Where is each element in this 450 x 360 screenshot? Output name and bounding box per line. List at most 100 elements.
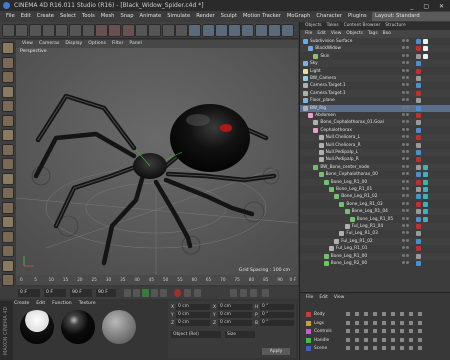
visibility-editor-dot[interactable] bbox=[402, 209, 405, 213]
material-tag-icon[interactable] bbox=[423, 46, 428, 52]
viewport-menu-item[interactable]: Cameras bbox=[39, 41, 59, 46]
object-tag-icon[interactable] bbox=[416, 90, 421, 96]
object-tag-icon[interactable] bbox=[416, 113, 421, 118]
deformer-icon[interactable] bbox=[241, 24, 255, 37]
layer-toggle-icon[interactable] bbox=[373, 346, 377, 350]
object-manager-tab[interactable]: Takes bbox=[327, 23, 339, 28]
rotate-key-icon[interactable] bbox=[240, 289, 247, 297]
layer-toggle-icon[interactable] bbox=[382, 346, 386, 350]
object-tag-icon[interactable] bbox=[416, 231, 421, 237]
object-manager-tab[interactable]: Objects bbox=[305, 23, 322, 28]
visibility-render-dot[interactable] bbox=[406, 216, 409, 220]
next-key-button[interactable] bbox=[151, 289, 158, 297]
layer-toggle-icon[interactable] bbox=[400, 337, 404, 342]
visibility-editor-dot[interactable] bbox=[402, 68, 405, 72]
material-menu-item[interactable]: Create bbox=[14, 301, 29, 306]
object-row[interactable]: Camera.Target.1 bbox=[300, 89, 450, 97]
object-row[interactable]: Skin bbox=[300, 53, 450, 60]
object-row[interactable]: Abdomen bbox=[300, 112, 450, 119]
object-manager-menu-item[interactable]: Objects bbox=[346, 31, 363, 36]
timeline-settings-icon[interactable] bbox=[262, 289, 269, 297]
layer-toggle-icon[interactable] bbox=[373, 329, 377, 333]
object-tag-icon[interactable] bbox=[416, 164, 421, 170]
scene-floor-icon[interactable] bbox=[254, 24, 268, 37]
object-row[interactable]: Light bbox=[300, 68, 450, 75]
viewport-menu-item[interactable]: Filter bbox=[112, 41, 123, 46]
visibility-render-dot[interactable] bbox=[406, 68, 409, 72]
layer-toggle-icon[interactable] bbox=[346, 337, 350, 342]
record-button[interactable] bbox=[174, 289, 181, 297]
layer-row[interactable]: Handle bbox=[302, 337, 449, 344]
layer-toggle-icon[interactable] bbox=[382, 312, 386, 316]
object-tag-icon[interactable] bbox=[416, 98, 421, 104]
layer-toggle-icon[interactable] bbox=[355, 337, 359, 342]
object-row[interactable]: Bone_Leg_R1_05 bbox=[300, 216, 450, 223]
object-row[interactable]: BlackWidow bbox=[300, 45, 450, 53]
visibility-render-dot[interactable] bbox=[406, 209, 409, 213]
visibility-render-dot[interactable] bbox=[406, 142, 409, 146]
layer-toggle-icon[interactable] bbox=[364, 320, 368, 325]
ik-tag-icon[interactable] bbox=[423, 209, 428, 215]
visibility-editor-dot[interactable] bbox=[402, 238, 405, 242]
bp-icon[interactable] bbox=[2, 274, 14, 286]
viewport-menu-item[interactable]: Panel bbox=[129, 41, 141, 46]
visibility-editor-dot[interactable] bbox=[402, 216, 405, 220]
visibility-editor-dot[interactable] bbox=[402, 105, 405, 109]
object-row[interactable]: Bone_Leg_R1_00 bbox=[300, 252, 450, 260]
layer-row[interactable]: Legs bbox=[302, 320, 449, 327]
material-tag-icon[interactable] bbox=[423, 53, 428, 59]
layer-toggle-icon[interactable] bbox=[382, 337, 386, 342]
visibility-render-dot[interactable] bbox=[406, 157, 409, 161]
object-tag-icon[interactable] bbox=[416, 76, 421, 81]
python-icon[interactable] bbox=[2, 259, 14, 272]
uv-mode-icon[interactable] bbox=[2, 143, 14, 156]
visibility-render-dot[interactable] bbox=[406, 98, 409, 102]
coord-value-field[interactable]: 0 cm bbox=[218, 312, 252, 318]
visibility-editor-dot[interactable] bbox=[402, 253, 405, 257]
apply-button[interactable]: Apply bbox=[262, 348, 290, 355]
move-key-icon[interactable] bbox=[230, 289, 237, 297]
visibility-editor-dot[interactable] bbox=[402, 246, 405, 250]
visibility-render-dot[interactable] bbox=[406, 246, 409, 250]
goto-start-button[interactable] bbox=[124, 289, 131, 297]
object-tag-icon[interactable] bbox=[416, 187, 421, 192]
object-tag-icon[interactable] bbox=[416, 224, 421, 229]
visibility-editor-dot[interactable] bbox=[402, 179, 405, 183]
viewport-menu-item[interactable]: View bbox=[22, 41, 33, 46]
object-manager-menu-item[interactable]: Edit bbox=[317, 31, 326, 36]
viewport-menu-item[interactable]: Options bbox=[88, 41, 106, 46]
visibility-render-dot[interactable] bbox=[406, 53, 409, 57]
object-tag-icon[interactable] bbox=[416, 61, 421, 67]
subdivision-icon[interactable] bbox=[214, 24, 228, 37]
viewport-menu-item[interactable]: Display bbox=[65, 41, 82, 46]
ik-tag-icon[interactable] bbox=[423, 164, 428, 170]
visibility-render-dot[interactable] bbox=[406, 135, 409, 139]
layer-toggle-icon[interactable] bbox=[391, 346, 395, 350]
visibility-render-dot[interactable] bbox=[406, 224, 409, 227]
visibility-render-dot[interactable] bbox=[406, 194, 409, 198]
layer-toggle-icon[interactable] bbox=[373, 337, 377, 342]
visibility-render-dot[interactable] bbox=[406, 172, 409, 176]
menu-item[interactable]: Create bbox=[37, 13, 54, 19]
object-row[interactable]: Bone_Leg_R2_00 bbox=[300, 260, 450, 267]
goto-end-button[interactable] bbox=[160, 289, 167, 297]
layer-toggle-icon[interactable] bbox=[364, 337, 368, 342]
menu-item[interactable]: Plugins bbox=[348, 13, 367, 19]
visibility-editor-dot[interactable] bbox=[402, 194, 405, 198]
layer-toggle-icon[interactable] bbox=[346, 346, 350, 350]
layer-menu-item[interactable]: Edit bbox=[319, 295, 328, 300]
model-mode-icon[interactable] bbox=[2, 56, 14, 69]
z-axis-icon[interactable] bbox=[121, 24, 135, 37]
render-picture-icon[interactable] bbox=[161, 24, 175, 37]
layer-toggle-icon[interactable] bbox=[346, 312, 350, 316]
ik-tag-icon[interactable] bbox=[423, 179, 428, 185]
object-tag-icon[interactable] bbox=[416, 83, 421, 89]
visibility-render-dot[interactable] bbox=[406, 61, 409, 65]
play-button[interactable] bbox=[142, 289, 149, 297]
visibility-render-dot[interactable] bbox=[406, 127, 409, 131]
visibility-render-dot[interactable] bbox=[406, 201, 409, 205]
menu-item[interactable]: Render bbox=[196, 13, 214, 19]
polygons-mode-icon[interactable] bbox=[2, 129, 14, 141]
visibility-editor-dot[interactable] bbox=[402, 224, 405, 227]
visibility-editor-dot[interactable] bbox=[402, 172, 405, 176]
